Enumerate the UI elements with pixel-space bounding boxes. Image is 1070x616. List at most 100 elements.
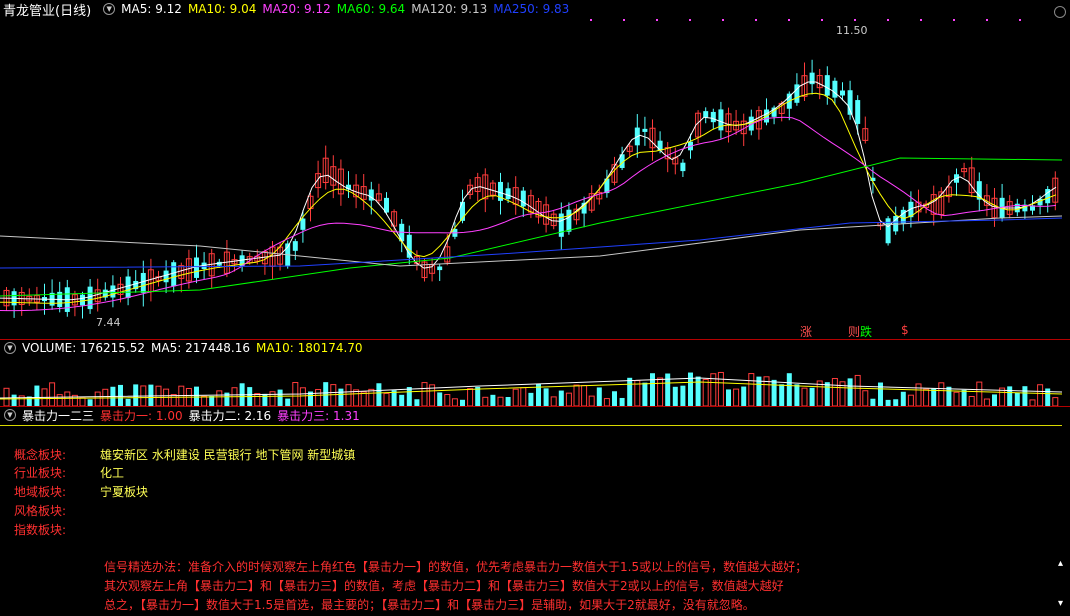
volume-bar [847,378,853,406]
candle-body [832,80,838,98]
region-key: 地域板块: [14,485,67,499]
volume-bar [528,392,534,406]
indicator-header: ▼ 暴击力一二三 暴击力一: 1.00 暴击力二: 2.16 暴击力三: 1.3… [0,407,1070,423]
style-key: 风格板块: [14,504,67,518]
volume-bar [627,377,633,406]
candle-body [87,286,93,310]
index-row: 指数板块: [14,521,100,539]
top-marker-dot [986,19,988,21]
volume-chart[interactable] [0,356,1070,406]
collapse-icon[interactable]: ▼ [103,3,116,15]
volume-bar [201,395,208,406]
volume-bar [831,378,838,406]
candle-body [824,75,830,96]
volume-bar [938,382,945,406]
volume-bar [650,373,655,406]
volume-bar [1052,397,1059,406]
volume-bar [695,376,701,406]
top-marker-dot [920,19,922,21]
volume-bar [94,391,101,406]
volume-bar [444,393,451,406]
ma120-line [0,215,1063,267]
indicator-baseline [0,425,1062,426]
stock-title: 青龙管业(日线) [3,3,92,19]
volume-bar [771,379,777,406]
volume-bar [323,382,329,406]
volume-bar [558,390,564,406]
industry-value: 化工 [100,466,125,480]
index-key: 指数板块: [14,523,67,537]
region-row: 地域板块: 宁夏板块 [14,483,148,501]
settings-dot-icon[interactable] [1054,6,1066,18]
volume-bar [862,390,869,406]
candle-body [566,209,572,232]
volume-value: 176215.52 [80,341,146,355]
scroll-up-icon[interactable]: ▴ [1058,558,1063,569]
top-marker-dot [590,19,592,21]
volume-bar [983,398,990,406]
volume-bar [299,387,306,406]
volume-bar [170,394,177,406]
volume-bar [946,386,952,406]
volume-bar [612,391,617,406]
volume-bar [961,389,967,406]
top-marker-dot [887,19,889,21]
candle-body [855,100,861,124]
volume-bar [923,388,930,406]
collapse-icon[interactable]: ▼ [4,409,16,421]
candle-body [80,294,85,306]
volume-bar [216,390,223,406]
volume-header: ▼ VOLUME: 176215.52 MA5: 217448.16 MA10:… [0,340,1070,356]
force2-label: 暴击力二: 2.16 [188,408,272,423]
kline-chart[interactable] [0,18,1070,336]
volume-bar [482,396,489,406]
volume-bar [688,372,693,406]
volume-bar [642,382,648,406]
ma5-label: MA5: 9.12 [121,2,182,16]
volume-bar [254,393,261,406]
volume-bar [330,384,337,406]
top-marker-dot [755,19,757,21]
high-price-label: 11.50 [836,24,868,37]
volume-bar [680,385,686,406]
top-marker-dot [1019,19,1021,21]
volume-bar [437,392,443,406]
volume-bar [976,381,983,406]
marker-die-prefix: 则 [848,325,861,339]
concept-value: 雄安新区 水利建设 民营银行 地下管网 新型城镇 [100,448,356,462]
volume-ma10: MA10: 180174.70 [255,341,363,355]
note-line-1: 信号精选办法：准备介入的时候观察左上角红色【暴击力一】的数值，优先考虑暴击力一数… [104,560,808,574]
volume-bar [809,387,815,406]
style-row: 风格板块: [14,502,100,520]
candle-body [125,276,131,298]
force1-label: 暴击力一: 1.00 [100,408,183,423]
scroll-down-icon[interactable]: ▾ [1058,598,1063,609]
volume-bar [133,384,139,406]
candle-body [110,285,116,298]
candle-body [505,188,511,200]
collapse-icon[interactable]: ▼ [4,342,16,354]
volume-bar [665,373,671,406]
top-marker-dot [788,19,790,21]
volume-bar [596,387,602,406]
industry-key: 行业板块: [14,466,67,480]
volume-bar [1014,392,1020,406]
volume-bar [794,384,800,406]
top-marker-dot [821,19,823,21]
volume-bar [376,383,382,406]
indicator-name: 暴击力一二三 [22,408,95,423]
volume-bar [619,397,625,406]
volume-bar [353,389,360,406]
candle-body [163,270,169,283]
region-value: 宁夏板块 [100,485,149,499]
volume-bar [588,395,595,406]
candle-body [140,272,146,293]
candle-body [520,190,526,207]
volume-bar [603,398,610,406]
top-marker-dot [689,19,691,21]
ma250-label: MA250: 9.83 [493,2,570,16]
ma120-label: MA120: 9.13 [411,2,488,16]
top-marker-dot [953,19,955,21]
note-line-2: 其次观察左上角【暴击力二】和【暴击力三】的数值，考虑【暴击力二】和【暴击力三】数… [104,579,784,593]
volume-bar [497,396,504,406]
